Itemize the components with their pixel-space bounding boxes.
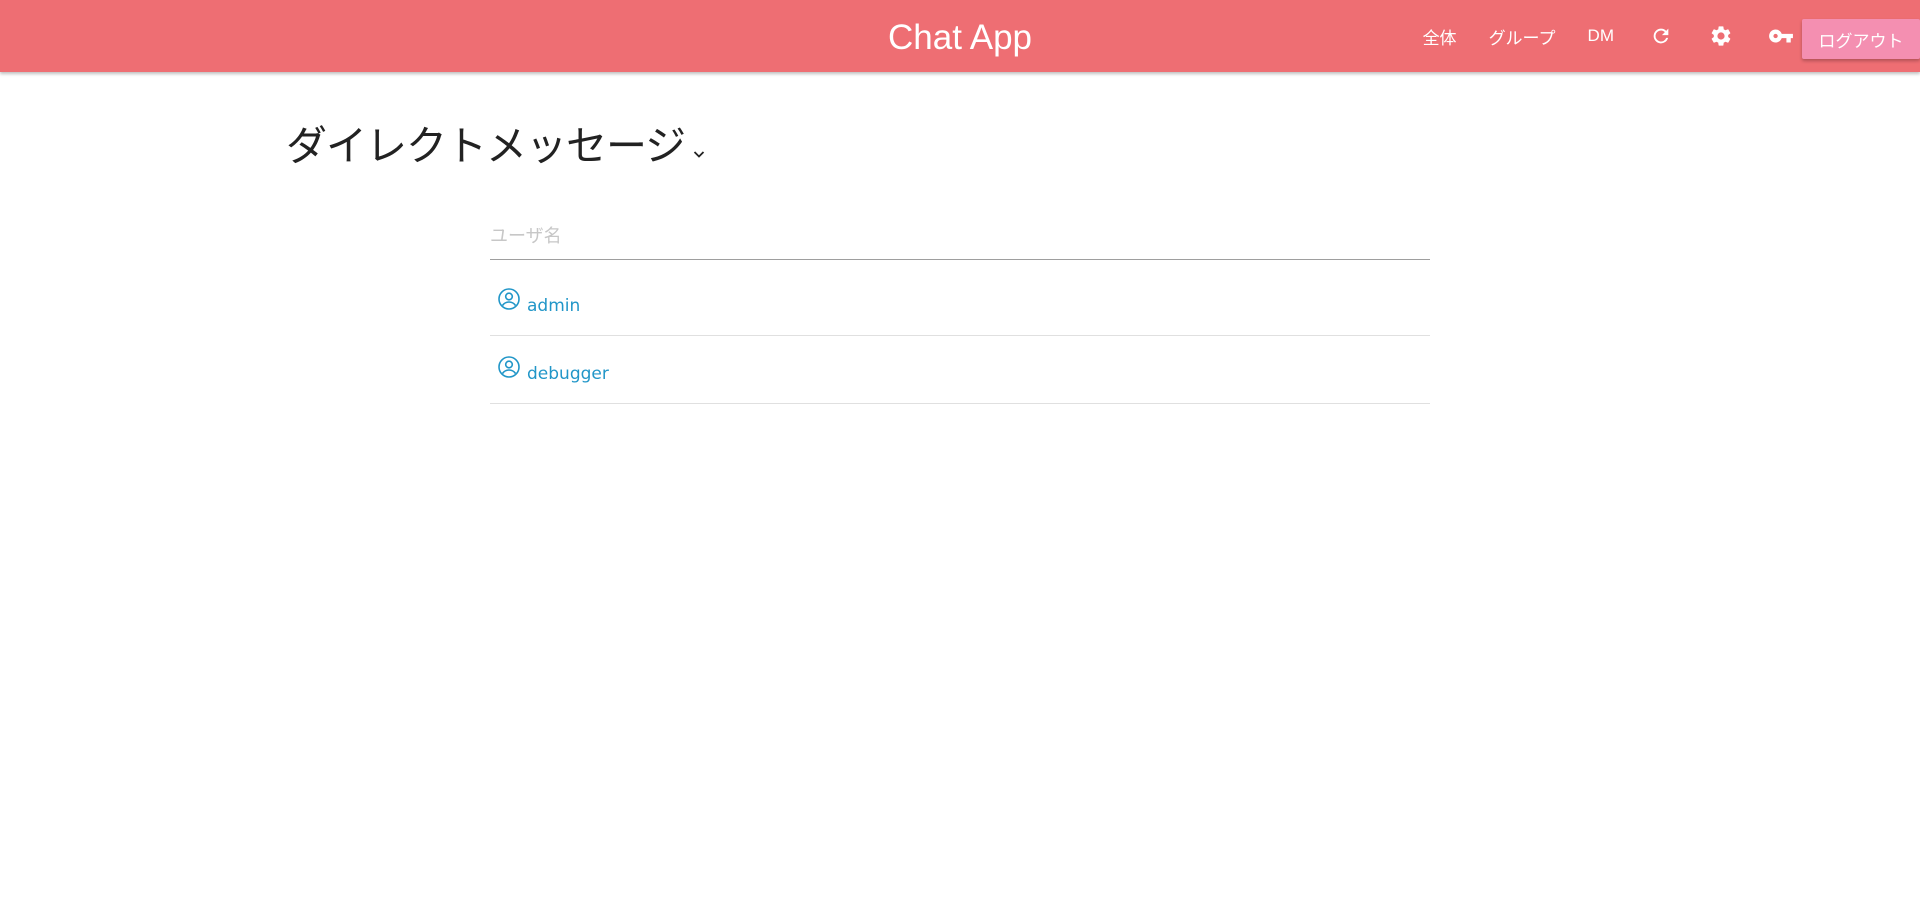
chevron-down-icon [694, 151, 705, 158]
user-search-input[interactable] [490, 214, 1430, 258]
nav-all-link[interactable]: 全体 [1423, 0, 1457, 72]
gear-icon [1711, 26, 1731, 46]
user-name-link[interactable]: debugger [527, 364, 609, 384]
page-title-dropdown[interactable]: ダイレクトメッセージ [286, 118, 707, 174]
nav-dm-link[interactable]: DM [1588, 0, 1614, 72]
user-circle-icon [498, 356, 520, 378]
user-search [490, 214, 1430, 260]
top-navbar: Chat App 全体 グループ DM ログアウト [0, 0, 1920, 72]
refresh-icon [1653, 28, 1669, 44]
nav-right: 全体 グループ DM ログアウト [1423, 0, 1920, 72]
page-title: ダイレクトメッセージ [286, 122, 686, 170]
user-circle-icon [498, 288, 520, 310]
key-icon [1769, 29, 1793, 43]
refresh-button[interactable] [1648, 0, 1674, 72]
list-item[interactable]: debugger [490, 336, 1430, 404]
logout-button[interactable]: ログアウト [1802, 19, 1920, 59]
settings-button[interactable] [1708, 0, 1734, 72]
user-list: admin debugger [490, 268, 1430, 404]
password-button[interactable] [1768, 0, 1794, 72]
user-name-link[interactable]: admin [527, 296, 580, 316]
nav-group-link[interactable]: グループ [1489, 0, 1556, 72]
list-item[interactable]: admin [490, 268, 1430, 336]
